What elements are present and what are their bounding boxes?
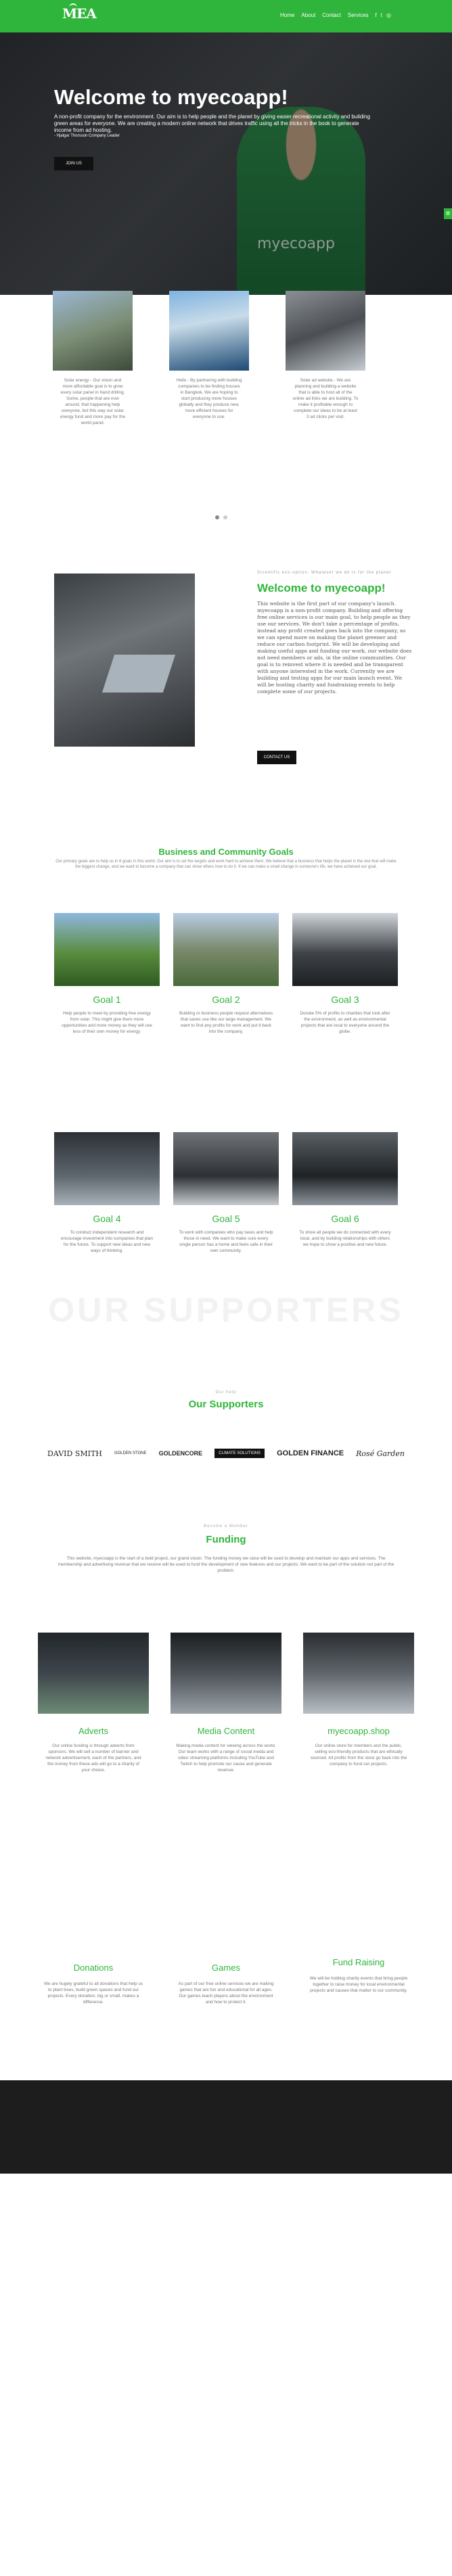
card-image xyxy=(169,291,249,371)
twitter-icon[interactable]: t xyxy=(381,12,382,18)
supporter-logo[interactable]: Rosé Garden xyxy=(356,1449,405,1458)
facebook-icon[interactable]: f xyxy=(376,12,377,18)
page-bottom xyxy=(0,2174,452,2576)
goals-intro: Our primary goals are to help us in 6 go… xyxy=(55,860,397,869)
nav-link-services[interactable]: Services xyxy=(348,12,369,18)
welcome-image xyxy=(54,573,195,747)
card-image xyxy=(286,291,365,371)
slider-dot[interactable] xyxy=(215,515,219,519)
nav-links: Home About Contact Services f t ◎ xyxy=(280,12,391,18)
funding-card-text: Our online store for members and the pub… xyxy=(310,1743,407,1766)
welcome-pretitle: Scientific eco-option. Whatever we do is… xyxy=(257,571,392,575)
goal-text: Building or business people request alte… xyxy=(179,1011,273,1034)
funding-card: myecoapp.shop Our online store for membe… xyxy=(303,1633,414,1767)
goal-title: Goal 6 xyxy=(331,1213,359,1224)
funding-pretitle: Become a Member xyxy=(204,1524,248,1528)
goal-text: Help people to meet by providing free en… xyxy=(62,1011,152,1034)
goal-text: To show all people we do connected with … xyxy=(299,1230,391,1247)
instagram-icon[interactable]: ◎ xyxy=(386,12,391,18)
funding-card: Adverts Our online funding is through ad… xyxy=(38,1633,149,1773)
supporter-logo[interactable]: GOLDEN FINANCE xyxy=(277,1449,344,1457)
social-links: f t ◎ xyxy=(376,12,391,18)
goal-card: Goal 3 Donate 5% of profits to charities… xyxy=(292,913,398,1035)
slider-dot[interactable] xyxy=(223,515,227,519)
top-nav: MEA Home About Contact Services f t ◎ xyxy=(0,0,452,32)
funding-card: Donations We are hugely grateful to all … xyxy=(38,1963,149,2005)
goal-card: Goal 5 To work with companies who pay ta… xyxy=(173,1132,279,1254)
supporter-logo[interactable]: DAVID SMITH xyxy=(47,1449,102,1458)
goal-title: Goal 5 xyxy=(212,1213,240,1224)
goal-card: Goal 6 To show all people we do connecte… xyxy=(292,1132,398,1248)
goal-text: To conduct independent research and enco… xyxy=(60,1230,154,1253)
funding-card-title: myecoapp.shop xyxy=(327,1726,390,1736)
feature-slider: Solar energy - Our vision and more affor… xyxy=(53,291,405,473)
join-us-button[interactable]: JOIN US xyxy=(54,157,93,170)
card-text: Solar energy - Our vision and more affor… xyxy=(60,378,126,425)
hero-text: A non-profit company for the environment… xyxy=(54,114,370,133)
nav-link-home[interactable]: Home xyxy=(280,12,294,18)
supporters-pretitle: Our help xyxy=(215,1390,237,1395)
goal-image xyxy=(292,1132,398,1205)
supporter-logo[interactable]: GOLDEN STONE xyxy=(114,1451,147,1455)
supporter-logo[interactable]: CLIMATE SOLUTIONS xyxy=(214,1449,265,1458)
contact-us-button[interactable]: CONTACT US xyxy=(257,751,296,764)
funding-card-title: Media Content xyxy=(197,1726,255,1736)
goal-image xyxy=(54,1132,160,1205)
side-panel-tab[interactable]: ⚙ xyxy=(444,208,452,219)
goal-card: Goal 1 Help people to meet by providing … xyxy=(54,913,160,1035)
hero-cite: - Hjalgar Thorsson Company Leader xyxy=(54,134,120,138)
funding-intro: This website, myecoapp is the start of a… xyxy=(58,1556,394,1573)
goal-title: Goal 4 xyxy=(93,1213,121,1224)
feature-card: Solar ad website - We are planning and b… xyxy=(286,291,365,427)
goal-text: To work with companies who pay taxes and… xyxy=(179,1230,273,1253)
funding-image xyxy=(38,1633,149,1714)
feature-card: Hello - By partnering with building comp… xyxy=(169,291,249,427)
supporter-logos: DAVID SMITH GOLDEN STONE GOLDENCORE CLIM… xyxy=(47,1449,405,1458)
slider-dots xyxy=(215,515,227,519)
goal-title: Goal 1 xyxy=(93,994,121,1005)
funding-title: Funding xyxy=(206,1534,246,1545)
goal-image xyxy=(173,913,279,986)
goal-text: Donate 5% of profits to charities that l… xyxy=(300,1011,390,1034)
funding-card-title: Fund Raising xyxy=(332,1957,385,1967)
funding-card: Fund Raising We will be holding charity … xyxy=(303,1957,414,1994)
hero-title: Welcome to myecoapp! xyxy=(54,85,288,109)
card-text: Hello - By partnering with building comp… xyxy=(176,378,242,419)
goal-title: Goal 2 xyxy=(212,994,240,1005)
funding-card: Games As part of our free online service… xyxy=(171,1963,281,2005)
brand-logo[interactable]: MEA xyxy=(62,3,97,26)
goal-image xyxy=(54,913,160,986)
funding-card: Media Content Making media content for v… xyxy=(171,1633,281,1773)
nav-link-about[interactable]: About xyxy=(301,12,315,18)
footer xyxy=(0,2080,452,2174)
supporters-ghost-heading: OUR SUPPORTERS xyxy=(48,1291,404,1329)
funding-card-title: Donations xyxy=(73,1963,114,1973)
feature-card: Solar energy - Our vision and more affor… xyxy=(53,291,133,433)
supporters-title: Our Supporters xyxy=(188,1399,264,1410)
supporter-logo[interactable]: GOLDENCORE xyxy=(159,1450,203,1457)
funding-card-title: Games xyxy=(212,1963,240,1973)
funding-card-title: Adverts xyxy=(78,1726,109,1736)
welcome-body: This website is the first part of our co… xyxy=(257,601,412,695)
goal-image xyxy=(173,1132,279,1205)
nav-link-contact[interactable]: Contact xyxy=(322,12,341,18)
funding-card-text: Our online funding is through adverts fr… xyxy=(45,1743,141,1773)
goal-title: Goal 3 xyxy=(331,994,359,1005)
goal-card: Goal 4 To conduct independent research a… xyxy=(54,1132,160,1254)
goal-image xyxy=(292,913,398,986)
goals-title: Business and Community Goals xyxy=(158,847,294,857)
goal-card: Goal 2 Building or business people reque… xyxy=(173,913,279,1035)
funding-card-text: Making media content for viewing across … xyxy=(176,1743,276,1773)
card-text: Solar ad website - We are planning and b… xyxy=(292,378,359,419)
funding-image xyxy=(171,1633,281,1714)
welcome-title: Welcome to myecoapp! xyxy=(257,582,386,594)
funding-card-text: We will be holding charity events that b… xyxy=(309,1976,408,1993)
funding-image xyxy=(303,1633,414,1714)
card-image xyxy=(53,291,133,371)
funding-card-text: As part of our free online services we a… xyxy=(178,1982,274,2005)
funding-card-text: We are hugely grateful to all donations … xyxy=(43,1982,143,2005)
